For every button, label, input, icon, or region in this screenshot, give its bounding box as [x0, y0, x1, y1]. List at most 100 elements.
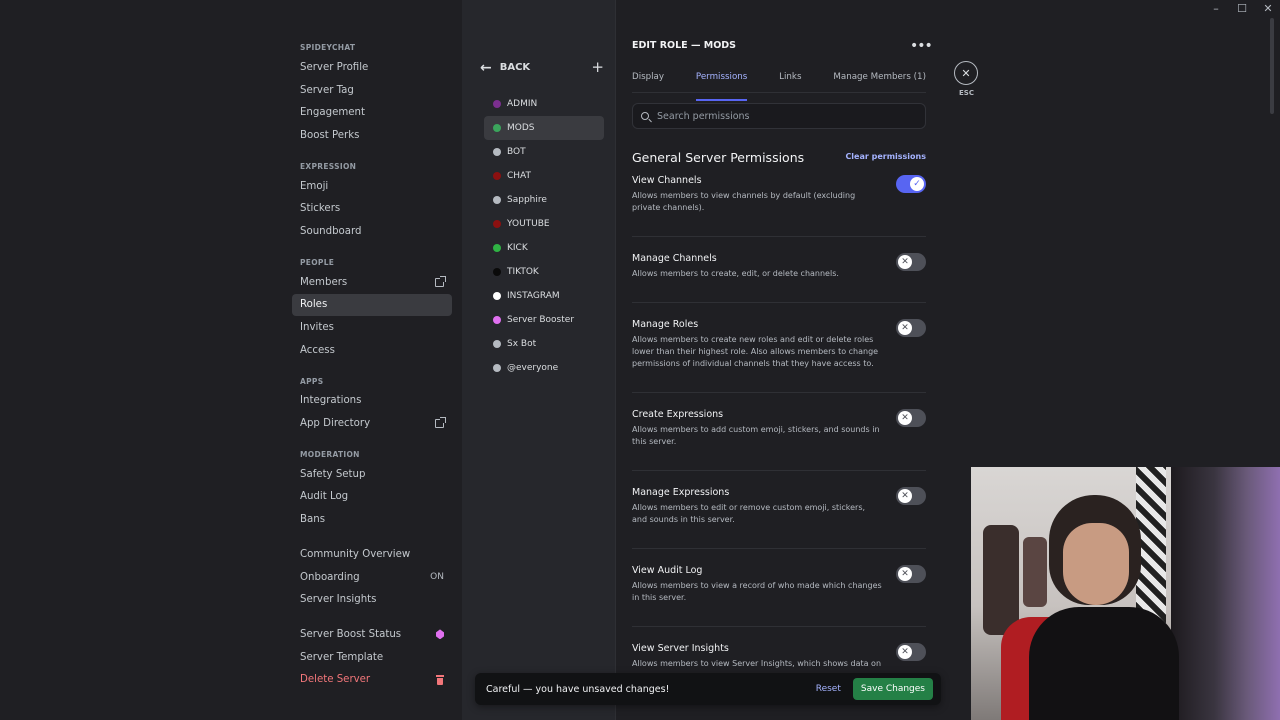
role-name: MODS: [507, 123, 535, 133]
nav-onboarding-label: Onboarding: [300, 571, 360, 583]
permission-toggle[interactable]: ✕: [896, 319, 926, 337]
role-color-dot: [493, 148, 501, 156]
minimize-icon[interactable]: –: [1208, 2, 1224, 15]
permission-toggle[interactable]: ✕: [896, 409, 926, 427]
nav-stickers[interactable]: Stickers: [292, 197, 452, 220]
permission-toggle[interactable]: ✕: [896, 565, 926, 583]
nav-delete-server-label: Delete Server: [300, 674, 371, 686]
reset-button[interactable]: Reset: [816, 684, 841, 694]
role-name: Sx Bot: [507, 339, 537, 349]
permission-name: Create Expressions: [632, 409, 724, 420]
nav-server-template[interactable]: Server Template: [292, 646, 452, 669]
role-item[interactable]: TIKTOK: [484, 260, 604, 284]
clear-permissions-link[interactable]: Clear permissions: [845, 152, 926, 161]
nav-safety-setup[interactable]: Safety Setup: [292, 463, 452, 486]
permission-name: View Server Insights: [632, 643, 729, 654]
nav-integrations[interactable]: Integrations: [292, 390, 452, 413]
nav-delete-server[interactable]: Delete Server: [292, 668, 452, 691]
role-item[interactable]: INSTAGRAM: [484, 284, 604, 308]
check-icon: ✓: [910, 177, 924, 191]
tab-display[interactable]: Display: [632, 72, 664, 92]
tab-links[interactable]: Links: [779, 72, 801, 92]
roles-header: ← BACK +: [480, 60, 604, 75]
esc-close[interactable]: ✕ ESC: [954, 61, 979, 97]
nav-access[interactable]: Access: [292, 339, 452, 362]
permission-toggle[interactable]: ✕: [896, 253, 926, 271]
permission-description: Allows members to add custom emoji, stic…: [632, 425, 880, 446]
x-icon: ✕: [898, 567, 912, 581]
add-role-icon[interactable]: +: [591, 60, 604, 75]
nav-bans[interactable]: Bans: [292, 508, 452, 531]
role-color-dot: [493, 172, 501, 180]
nav-roles[interactable]: Roles: [292, 293, 452, 317]
permission-search[interactable]: [632, 103, 926, 129]
role-item[interactable]: Sapphire: [484, 188, 604, 212]
role-editor: EDIT ROLE — MODS ••• Display Permissions…: [616, 0, 970, 720]
nav-engagement[interactable]: Engagement: [292, 101, 452, 124]
unsaved-changes-bar: Careful — you have unsaved changes! Rese…: [475, 673, 941, 705]
external-link-icon: [435, 275, 446, 287]
nav-audit-log[interactable]: Audit Log: [292, 486, 452, 509]
role-item[interactable]: YOUTUBE: [484, 212, 604, 236]
esc-label: ESC: [959, 89, 974, 97]
close-icon[interactable]: ✕: [954, 61, 978, 85]
role-item[interactable]: Sx Bot: [484, 332, 604, 356]
nav-server-profile[interactable]: Server Profile: [292, 56, 452, 79]
nav-server-boost-status[interactable]: Server Boost Status: [292, 623, 452, 646]
tab-permissions[interactable]: Permissions: [695, 72, 748, 101]
role-item[interactable]: KICK: [484, 236, 604, 260]
tab-manage-members[interactable]: Manage Members (1): [833, 72, 926, 92]
permission-toggle[interactable]: ✕: [896, 643, 926, 661]
role-item[interactable]: @everyone: [484, 356, 604, 380]
permission-toggle[interactable]: ✕: [896, 487, 926, 505]
edit-role-title: EDIT ROLE — MODS: [632, 40, 737, 51]
nav-emoji[interactable]: Emoji: [292, 175, 452, 198]
nav-community-overview[interactable]: Community Overview: [292, 543, 452, 566]
close-window-icon[interactable]: ✕: [1260, 2, 1276, 15]
nav-boost-perks[interactable]: Boost Perks: [292, 124, 452, 147]
more-options-icon[interactable]: •••: [910, 38, 933, 54]
nav-app-directory[interactable]: App Directory: [292, 412, 452, 435]
role-item[interactable]: Server Booster: [484, 308, 604, 332]
permission-name: Manage Channels: [632, 253, 717, 264]
nav-invites[interactable]: Invites: [292, 316, 452, 339]
x-icon: ✕: [898, 489, 912, 503]
apps-heading: APPS: [300, 376, 324, 386]
role-item[interactable]: MODS: [484, 116, 604, 140]
nav-soundboard[interactable]: Soundboard: [292, 220, 452, 243]
search-permissions-input[interactable]: [657, 110, 897, 122]
permission-description: Allows members to create, edit, or delet…: [632, 269, 839, 278]
permission-row: Manage Channels Allows members to create,…: [632, 253, 926, 303]
permission-description: Allows members to view channels by defau…: [632, 191, 856, 212]
role-item[interactable]: BOT: [484, 140, 604, 164]
nav-onboarding[interactable]: Onboarding ON: [292, 566, 452, 589]
scrollbar[interactable]: [1270, 18, 1274, 114]
permission-toggle[interactable]: ✓: [896, 175, 926, 193]
nav-server-tag[interactable]: Server Tag: [292, 79, 452, 102]
role-color-dot: [493, 100, 501, 108]
role-list: ADMIN MODS BOT CHAT Sapphire YOUTUBE KICK TIKTO…: [484, 92, 604, 380]
back-button[interactable]: ← BACK: [480, 61, 530, 75]
role-color-dot: [493, 268, 501, 276]
save-changes-button[interactable]: Save Changes: [852, 678, 933, 700]
nav-server-insights[interactable]: Server Insights: [292, 588, 452, 611]
x-icon: ✕: [898, 645, 912, 659]
role-name: Sapphire: [507, 195, 547, 205]
arrow-left-icon: ←: [480, 59, 492, 76]
role-item[interactable]: ADMIN: [484, 92, 604, 116]
permission-row: Manage Expressions Allows members to edit…: [632, 487, 926, 549]
section-title: General Server Permissions: [632, 150, 805, 165]
permission-name: Manage Roles: [632, 319, 699, 330]
role-item[interactable]: CHAT: [484, 164, 604, 188]
onboarding-status: ON: [430, 572, 444, 583]
role-name: ADMIN: [507, 99, 538, 109]
x-icon: ✕: [898, 411, 912, 425]
role-tabs: Display Permissions Links Manage Members…: [632, 72, 926, 101]
nav-members[interactable]: Members: [292, 271, 452, 294]
maximize-icon[interactable]: ☐: [1234, 2, 1250, 15]
role-name: KICK: [507, 243, 528, 253]
role-name: @everyone: [507, 363, 559, 373]
x-icon: ✕: [898, 321, 912, 335]
